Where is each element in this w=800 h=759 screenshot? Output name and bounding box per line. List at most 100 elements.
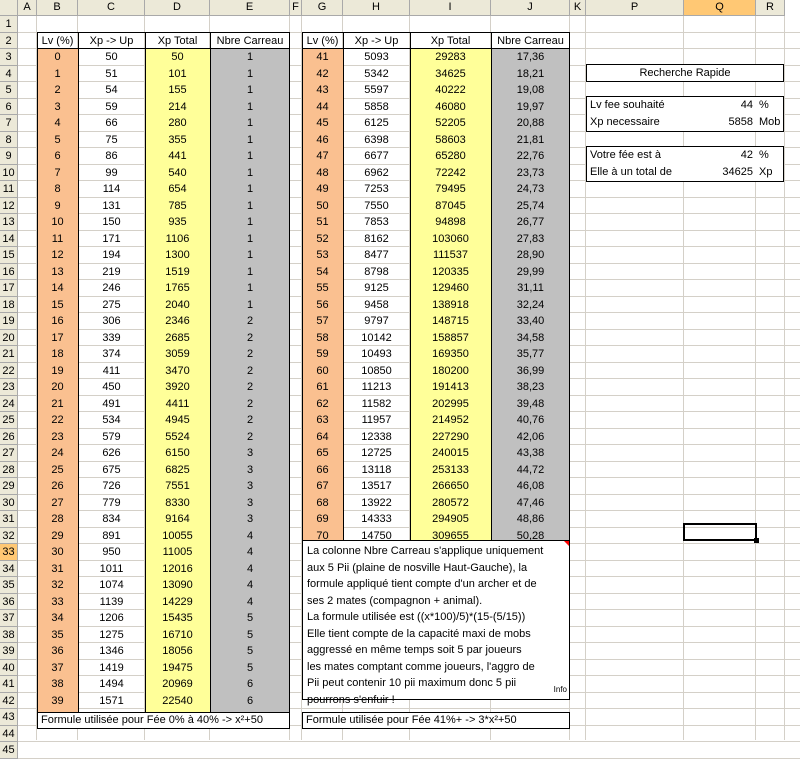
table1-xp-total-cell[interactable]: 9164	[145, 511, 210, 528]
row-header-31[interactable]: 31	[0, 511, 18, 528]
table2-lv-cell[interactable]: 56	[302, 296, 343, 313]
row-header-17[interactable]: 17	[0, 280, 18, 297]
row-header-33[interactable]: 33	[0, 544, 18, 561]
table1-xp-up-cell[interactable]: 950	[78, 544, 145, 561]
table1-carreau-cell[interactable]: 1	[210, 280, 290, 297]
table2-xp-total-cell[interactable]: 103060	[410, 230, 491, 247]
table1-xp-total-cell[interactable]: 5524	[145, 428, 210, 445]
row-header-24[interactable]: 24	[0, 395, 18, 412]
table1-xp-total-cell[interactable]: 101	[145, 65, 210, 82]
table1-carreau-cell[interactable]: 3	[210, 511, 290, 528]
table2-xp-up-cell[interactable]: 8477	[343, 247, 410, 264]
row-header-21[interactable]: 21	[0, 346, 18, 363]
table2-xp-up-cell[interactable]: 11213	[343, 379, 410, 396]
table2-xp-total-cell[interactable]: 72242	[410, 164, 491, 181]
table1-xp-up-cell[interactable]: 626	[78, 445, 145, 462]
table1-xp-total-cell[interactable]: 50	[145, 49, 210, 66]
table1-xp-total-cell[interactable]: 19475	[145, 659, 210, 676]
row-header-6[interactable]: 6	[0, 98, 18, 115]
column-header-G[interactable]: G	[302, 0, 343, 16]
spreadsheet-grid[interactable]: A B C D E F G H I J K P Q R 1 2 3 4 5 6 7 8 9 10 11 12 13 14 15 16 17 1…	[0, 0, 800, 759]
table1-carreau-cell[interactable]: 1	[210, 164, 290, 181]
table1-xp-total-cell[interactable]: 441	[145, 148, 210, 165]
column-header-P[interactable]: P	[586, 0, 684, 16]
table2-xp-total-cell[interactable]: 94898	[410, 214, 491, 231]
column-header-B[interactable]: B	[37, 0, 78, 16]
row-header-36[interactable]: 36	[0, 593, 18, 610]
table1-xp-up-cell[interactable]: 131	[78, 198, 145, 215]
table1-carreau-cell[interactable]: 1	[210, 82, 290, 99]
table2-carreau-cell[interactable]: 19,08	[491, 82, 570, 99]
table2-carreau-cell[interactable]: 23,73	[491, 164, 570, 181]
table1-lv-cell[interactable]: 10	[37, 214, 78, 231]
table2-lv-cell[interactable]: 69	[302, 511, 343, 528]
table1-carreau-cell[interactable]: 2	[210, 428, 290, 445]
table1-xp-total-cell[interactable]: 1765	[145, 280, 210, 297]
table1-carreau-cell[interactable]: 1	[210, 181, 290, 198]
table1-lv-cell[interactable]: 2	[37, 82, 78, 99]
table1-lv-cell[interactable]: 22	[37, 412, 78, 429]
table1-xp-up-cell[interactable]: 50	[78, 49, 145, 66]
table1-xp-up-cell[interactable]: 219	[78, 264, 145, 281]
table2-xp-total-cell[interactable]: 148715	[410, 313, 491, 330]
table1-xp-up-cell[interactable]: 86	[78, 148, 145, 165]
lv-wanted-input[interactable]: 44	[684, 97, 756, 114]
table1-carreau-cell[interactable]: 1	[210, 148, 290, 165]
row-header-12[interactable]: 12	[0, 197, 18, 214]
table1-carreau-cell[interactable]: 1	[210, 230, 290, 247]
table1-lv-cell[interactable]: 32	[37, 577, 78, 594]
row-header-8[interactable]: 8	[0, 131, 18, 148]
row-header-28[interactable]: 28	[0, 461, 18, 478]
table1-xp-up-cell[interactable]: 75	[78, 132, 145, 149]
table1-lv-cell[interactable]: 20	[37, 379, 78, 396]
table2-xp-up-cell[interactable]: 5342	[343, 66, 410, 83]
table1-lv-cell[interactable]: 31	[37, 560, 78, 577]
table2-xp-total-cell[interactable]: 280572	[410, 494, 491, 511]
table2-xp-up-cell[interactable]: 9458	[343, 297, 410, 314]
table1-xp-up-cell[interactable]: 194	[78, 247, 145, 264]
table2-lv-cell[interactable]: 51	[302, 214, 343, 231]
table1-xp-total-cell[interactable]: 1519	[145, 263, 210, 280]
table1-lv-cell[interactable]: 1	[37, 65, 78, 82]
table1-lv-cell[interactable]: 5	[37, 131, 78, 148]
table1-xp-up-cell[interactable]: 1011	[78, 561, 145, 578]
column-header-A[interactable]: A	[18, 0, 37, 16]
table2-xp-total-cell[interactable]: 29283	[410, 49, 491, 66]
table2-xp-up-cell[interactable]: 13922	[343, 495, 410, 512]
table2-carreau-cell[interactable]: 36,99	[491, 362, 570, 379]
row-header-3[interactable]: 3	[0, 49, 18, 66]
table1-xp-up-cell[interactable]: 59	[78, 99, 145, 116]
table2-header-1[interactable]: Xp -> Up	[343, 33, 410, 50]
table2-lv-cell[interactable]: 47	[302, 148, 343, 165]
table2-carreau-cell[interactable]: 48,86	[491, 511, 570, 528]
table1-xp-up-cell[interactable]: 1206	[78, 610, 145, 627]
table2-carreau-cell[interactable]: 25,74	[491, 197, 570, 214]
table1-carreau-cell[interactable]: 1	[210, 247, 290, 264]
row-header-14[interactable]: 14	[0, 230, 18, 247]
table2-xp-total-cell[interactable]: 138918	[410, 296, 491, 313]
table1-xp-up-cell[interactable]: 1074	[78, 577, 145, 594]
row-header-4[interactable]: 4	[0, 65, 18, 82]
table1-carreau-cell[interactable]: 1	[210, 263, 290, 280]
table1-lv-cell[interactable]: 30	[37, 544, 78, 561]
table2-carreau-cell[interactable]: 46,08	[491, 478, 570, 495]
table1-xp-up-cell[interactable]: 491	[78, 396, 145, 413]
table2-lv-cell[interactable]: 63	[302, 412, 343, 429]
table1-xp-total-cell[interactable]: 214	[145, 98, 210, 115]
table1-xp-up-cell[interactable]: 150	[78, 214, 145, 231]
table1-carreau-cell[interactable]: 1	[210, 65, 290, 82]
table2-carreau-cell[interactable]: 29,99	[491, 263, 570, 280]
table1-xp-up-cell[interactable]: 171	[78, 231, 145, 248]
table1-carreau-cell[interactable]: 3	[210, 478, 290, 495]
table1-xp-total-cell[interactable]: 3059	[145, 346, 210, 363]
row-header-23[interactable]: 23	[0, 379, 18, 396]
row-header-38[interactable]: 38	[0, 626, 18, 643]
table2-lv-cell[interactable]: 57	[302, 313, 343, 330]
table1-lv-cell[interactable]: 8	[37, 181, 78, 198]
table1-xp-up-cell[interactable]: 534	[78, 412, 145, 429]
table1-carreau-cell[interactable]: 1	[210, 214, 290, 231]
table2-carreau-cell[interactable]: 24,73	[491, 181, 570, 198]
column-header-D[interactable]: D	[145, 0, 210, 16]
table2-xp-up-cell[interactable]: 5858	[343, 99, 410, 116]
table2-xp-up-cell[interactable]: 8798	[343, 264, 410, 281]
